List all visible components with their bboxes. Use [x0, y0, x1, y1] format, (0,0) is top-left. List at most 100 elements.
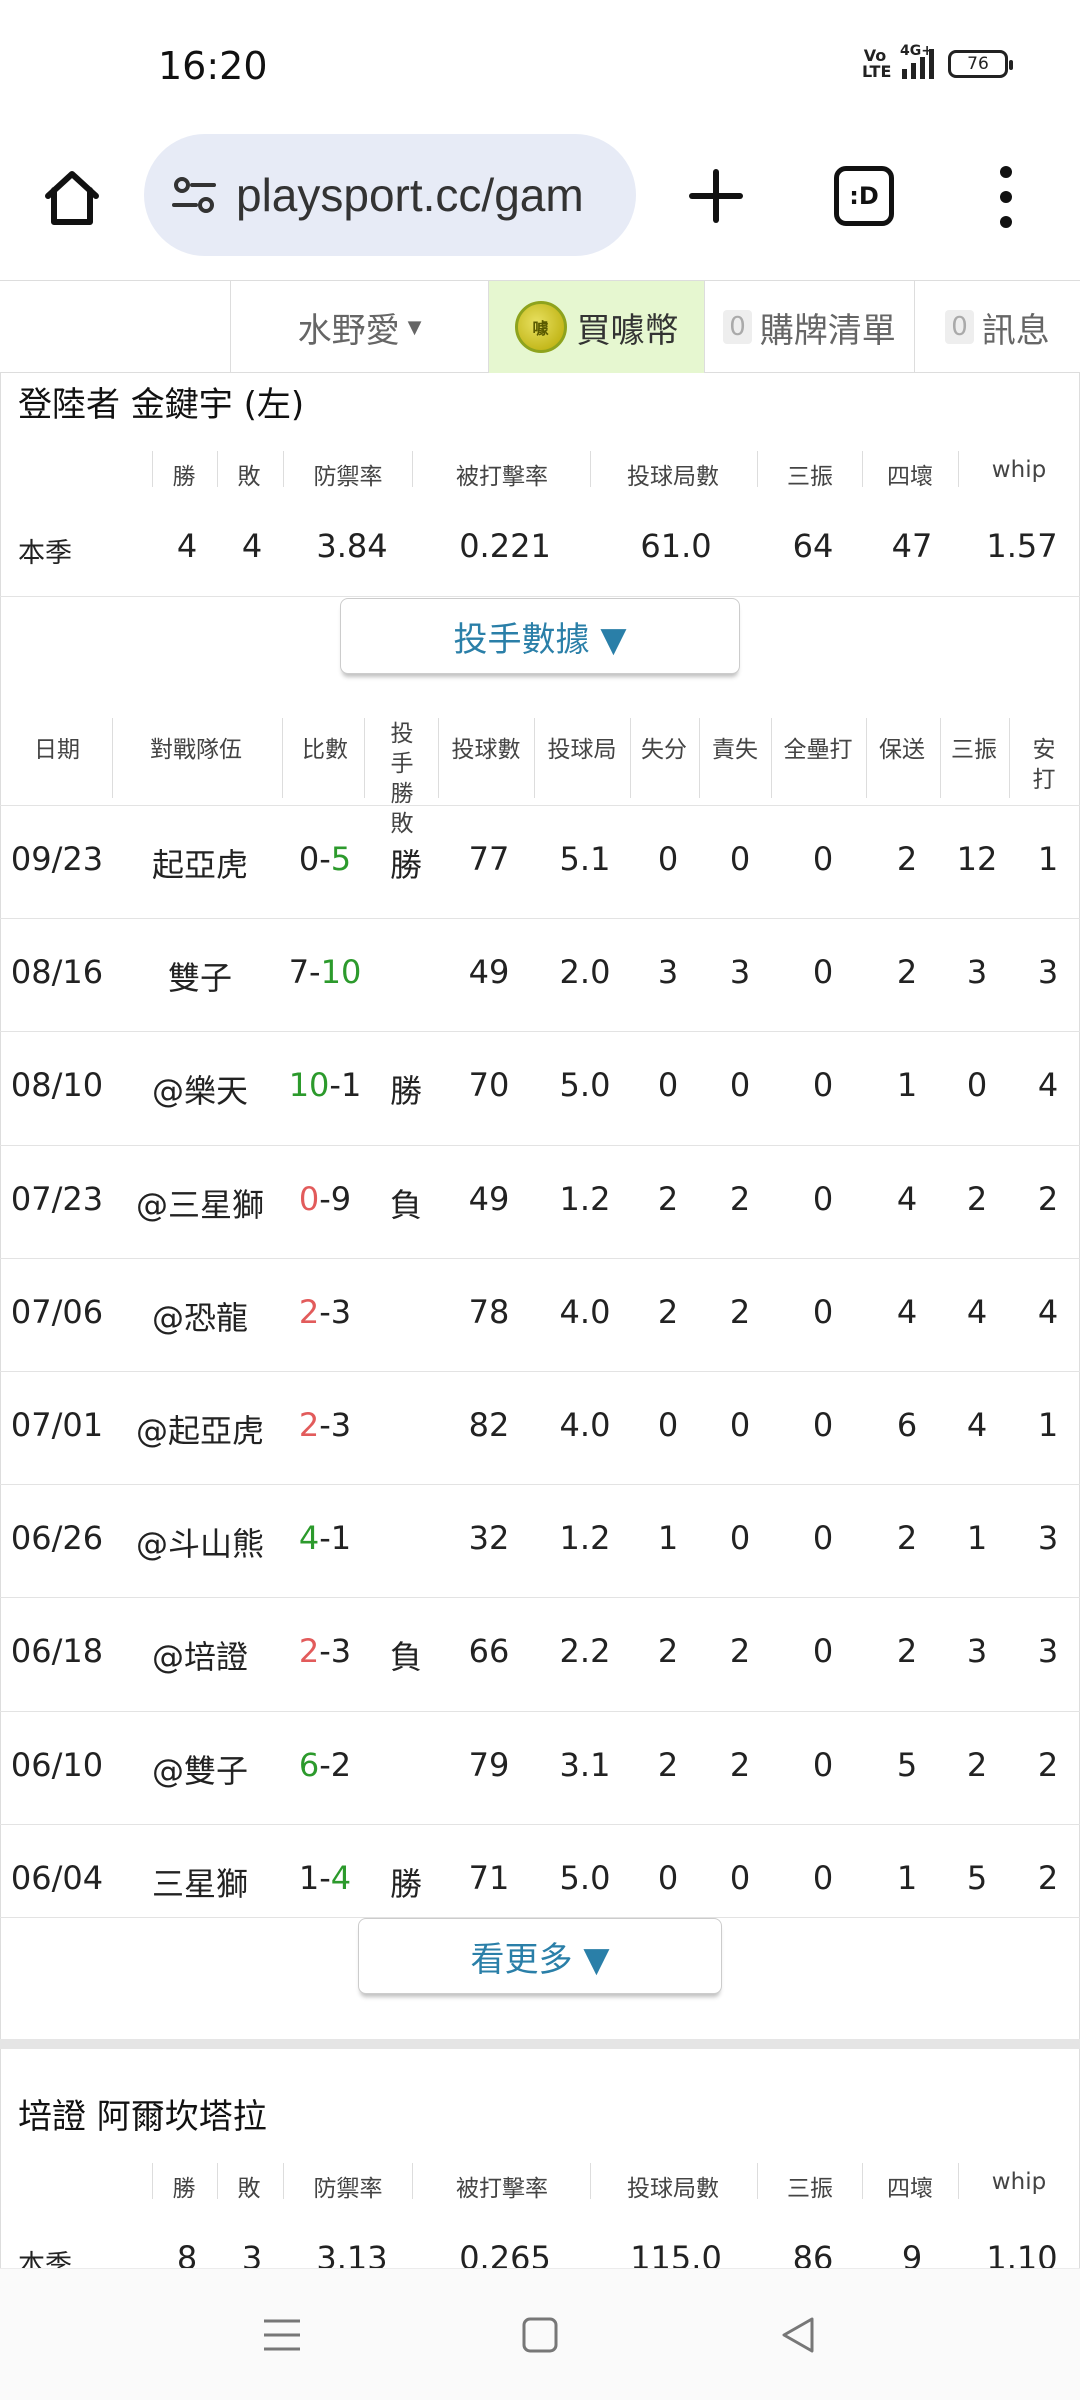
season-value: 64 [792, 527, 834, 565]
score-home: 1 [340, 1066, 362, 1105]
games-header: 責失 [712, 737, 758, 763]
game-score: 10-1 [289, 1066, 362, 1104]
score-away: 0 [298, 840, 320, 878]
pitcher-stats-button[interactable]: 投手數據 ▼ [340, 598, 740, 674]
status-bar: 16:20 Vo LTE 4G+ 76 [0, 0, 1080, 130]
pitcher-title: 登陸者 金鍵宇 (左) [18, 385, 305, 425]
home-nav-button[interactable] [514, 2309, 566, 2361]
game-innings: 1.2 [559, 1519, 611, 1558]
game-hits: 3 [1037, 953, 1059, 992]
game-innings: 1.2 [559, 1179, 611, 1218]
cart-link[interactable]: 0 購牌清單 [704, 281, 914, 373]
site-settings-icon[interactable] [170, 171, 218, 219]
messages-link[interactable]: 0 訊息 [914, 281, 1080, 373]
game-score: 0-9 [299, 1180, 351, 1218]
game-strikeouts: 4 [966, 1292, 988, 1331]
season-value: 86 [792, 2239, 834, 2268]
season-value: 3.84 [316, 527, 388, 565]
season-header: 被打擊率 [456, 2176, 548, 2202]
game-home-runs: 0 [812, 1066, 834, 1105]
game-runs: 0 [657, 1406, 679, 1444]
game-pitches: 78 [468, 1292, 510, 1331]
site-nav: 水野愛 ▼ 噱 買噱幣 0 購牌清單 0 訊息 [0, 280, 1080, 373]
season-header: 勝 [172, 2176, 196, 2202]
game-score: 1-4 [299, 1859, 351, 1897]
recent-apps-button[interactable] [256, 2309, 308, 2361]
score-home: 10 [320, 953, 362, 992]
score-home: 3 [330, 1406, 352, 1444]
game-walks: 2 [896, 953, 918, 992]
home-button[interactable] [36, 162, 108, 234]
game-decision: 勝 [389, 1864, 423, 1903]
game-hits: 4 [1037, 1066, 1059, 1105]
score-away: 4 [298, 1519, 320, 1558]
season-stats-table: 勝 敗 防禦率 被打擊率 投球局數 三振 四壞 whip 本季 8 3 3.13… [0, 2155, 1080, 2268]
game-earned-runs: 0 [729, 1406, 751, 1444]
game-innings: 4.0 [559, 1406, 611, 1444]
score-separator: - [319, 1858, 331, 1897]
game-pitches: 82 [468, 1406, 510, 1444]
new-tab-button[interactable] [676, 156, 756, 236]
season-value: 47 [891, 527, 933, 565]
back-button[interactable] [772, 2309, 824, 2361]
game-earned-runs: 0 [729, 1066, 751, 1105]
score-away: 2 [298, 1632, 320, 1671]
game-score: 7-10 [289, 953, 362, 991]
season-header: 四壞 [887, 2176, 933, 2202]
game-strikeouts: 3 [966, 953, 988, 992]
tab-switcher-button[interactable]: :D [834, 166, 894, 226]
game-innings: 5.0 [559, 1066, 611, 1105]
season-value: 4 [241, 527, 263, 565]
season-value: 1.57 [986, 527, 1058, 565]
season-header: whip [991, 457, 1047, 483]
see-more-button[interactable]: 看更多 ▼ [358, 1918, 722, 1994]
home-icon [45, 171, 99, 225]
url-text[interactable]: playsport.cc/gam [236, 168, 584, 222]
game-pitches: 66 [468, 1632, 510, 1671]
coin-icon: 噱 [514, 301, 567, 353]
score-separator: - [309, 953, 321, 992]
season-header: 投球局數 [627, 464, 719, 490]
game-home-runs: 0 [812, 1858, 834, 1897]
page-content: 登陸者 金鍵宇 (左) 勝 敗 防禦率 被打擊率 投球局數 三振 四壞 whip… [0, 373, 1080, 2268]
table-row: 06/26 @斗山熊 4-1 32 1.2 1 0 0 2 1 3 [0, 1484, 1080, 1597]
table-row: 06/10 @雙子 6-2 79 3.1 2 2 0 5 2 2 [0, 1710, 1080, 1824]
score-separator: - [319, 1745, 331, 1784]
menu-lines-icon [264, 2319, 300, 2351]
pitcher-title: 培證 阿爾坎塔拉 [18, 2097, 267, 2137]
more-menu-button[interactable] [986, 160, 1026, 234]
game-walks: 5 [896, 1745, 918, 1784]
game-date: 07/23 [10, 1179, 104, 1218]
buy-coin-button[interactable]: 噱 買噱幣 [488, 281, 704, 373]
game-earned-runs: 2 [729, 1745, 751, 1784]
dot-icon [1000, 166, 1012, 178]
game-score: 2-3 [299, 1293, 351, 1331]
messages-label: 訊息 [981, 310, 1050, 351]
game-date: 06/26 [10, 1519, 104, 1558]
game-opponent: 起亞虎 [151, 846, 249, 884]
season-value: 3.13 [316, 2239, 388, 2268]
game-home-runs: 0 [812, 1632, 834, 1671]
game-opponent: @三星獅 [135, 1185, 265, 1224]
season-header: 三振 [787, 2176, 833, 2202]
game-runs: 0 [657, 1858, 679, 1897]
season-stats-table: 勝 敗 防禦率 被打擊率 投球局數 三振 四壞 whip 本季 4 4 3.84… [0, 443, 1080, 569]
game-earned-runs: 2 [729, 1179, 751, 1218]
username: 水野愛 [297, 310, 400, 351]
games-header: 保送 [879, 737, 925, 763]
season-header: 被打擊率 [456, 464, 548, 490]
volte-icon: Vo LTE [862, 46, 892, 81]
season-header: 敗 [237, 464, 261, 490]
score-away: 10 [288, 1066, 330, 1105]
game-pitches: 71 [468, 1858, 510, 1897]
season-header: whip [991, 2169, 1047, 2195]
game-runs: 2 [657, 1745, 679, 1784]
address-bar[interactable]: playsport.cc/gam [144, 134, 636, 256]
game-strikeouts: 1 [966, 1519, 988, 1558]
game-date: 06/04 [10, 1858, 104, 1897]
user-menu[interactable]: 水野愛 ▼ [230, 281, 488, 373]
game-runs: 2 [657, 1632, 679, 1671]
game-innings: 5.0 [559, 1858, 611, 1897]
game-pitches: 32 [468, 1519, 510, 1558]
season-value: 115.0 [630, 2239, 722, 2268]
